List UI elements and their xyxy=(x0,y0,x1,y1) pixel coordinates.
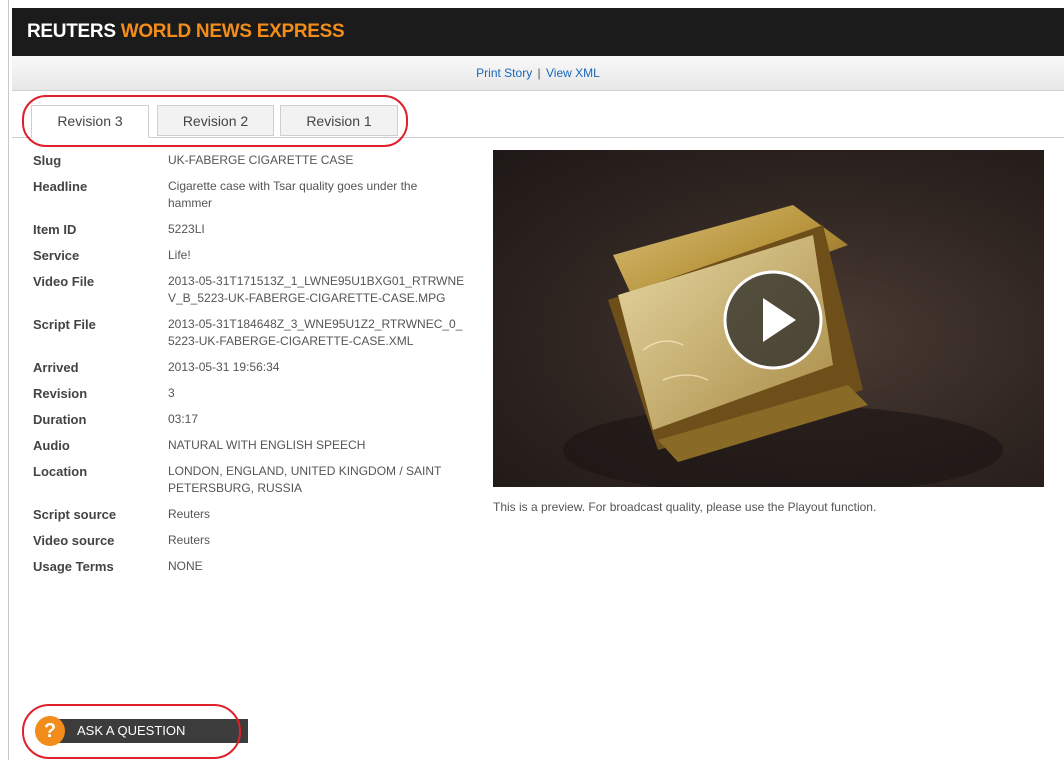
link-separator: | xyxy=(537,66,541,80)
metadata-row: Service Life! xyxy=(33,247,483,264)
brand-logo: REUTERS WORLD NEWS EXPRESS xyxy=(27,21,345,43)
metadata-key: Script source xyxy=(33,507,117,522)
metadata-key: Item ID xyxy=(33,222,77,237)
metadata-key: Service xyxy=(33,248,80,263)
metadata-value: Cigarette case with Tsar quality goes un… xyxy=(168,179,418,210)
print-story-link[interactable]: Print Story xyxy=(476,66,532,80)
metadata-row: Script File 2013-05-31T184648Z_3_WNE95U1… xyxy=(33,316,483,350)
metadata-row: Location LONDON, ENGLAND, UNITED KINGDOM… xyxy=(33,463,483,497)
ask-question-button[interactable]: ASK A QUESTION xyxy=(50,719,248,743)
metadata-key: Revision xyxy=(33,386,88,401)
tab-revision-3[interactable]: Revision 3 xyxy=(31,105,149,138)
metadata-row: Duration 03:17 xyxy=(33,411,483,428)
metadata-value: NATURAL WITH ENGLISH SPEECH xyxy=(168,438,366,452)
metadata-row: Headline Cigarette case with Tsar qualit… xyxy=(33,178,483,212)
story-metadata: Slug UK-FABERGE CIGARETTE CASE Headline … xyxy=(33,152,483,584)
question-icon[interactable]: ? xyxy=(35,716,65,746)
ask-a-question[interactable]: ASK A QUESTION ? xyxy=(35,716,248,746)
metadata-value: 2013-05-31T184648Z_3_WNE95U1Z2_RTRWNEC_0… xyxy=(168,317,463,348)
story-links: Print Story | View XML xyxy=(12,66,1064,80)
metadata-value: Reuters xyxy=(168,507,211,521)
metadata-row: Audio NATURAL WITH ENGLISH SPEECH xyxy=(33,437,483,454)
story-actions-bar: Print Story | View XML xyxy=(12,56,1064,91)
metadata-row: Arrived 2013-05-31 19:56:34 xyxy=(33,359,483,376)
metadata-key: Audio xyxy=(33,438,70,453)
metadata-value: 2013-05-31T171513Z_1_LWNE95U1BXG01_RTRWN… xyxy=(168,274,465,305)
metadata-key: Script File xyxy=(33,317,96,332)
metadata-key: Duration xyxy=(33,412,87,427)
metadata-value: Life! xyxy=(168,248,191,262)
metadata-row: Slug UK-FABERGE CIGARETTE CASE xyxy=(33,152,483,169)
metadata-value: Reuters xyxy=(168,533,211,547)
site-header: REUTERS WORLD NEWS EXPRESS xyxy=(12,8,1064,56)
metadata-row: Video source Reuters xyxy=(33,532,483,549)
metadata-key: Arrived xyxy=(33,360,79,375)
preview-caption: This is a preview. For broadcast quality… xyxy=(493,500,877,514)
brand-reuters: REUTERS xyxy=(27,21,116,42)
metadata-row: Revision 3 xyxy=(33,385,483,402)
metadata-value: 2013-05-31 19:56:34 xyxy=(168,360,280,374)
metadata-row: Script source Reuters xyxy=(33,506,483,523)
tab-revision-1[interactable]: Revision 1 xyxy=(280,105,398,136)
metadata-key: Video source xyxy=(33,533,115,548)
metadata-value: 3 xyxy=(168,386,175,400)
metadata-key: Location xyxy=(33,464,88,479)
metadata-value: NONE xyxy=(168,559,203,573)
metadata-key: Slug xyxy=(33,153,62,168)
metadata-key: Video File xyxy=(33,274,95,289)
brand-world-news-express: WORLD NEWS EXPRESS xyxy=(120,21,345,42)
metadata-key: Usage Terms xyxy=(33,559,114,574)
revision-tabs: Revision 3 Revision 2 Revision 1 xyxy=(12,98,1064,138)
metadata-row: Usage Terms NONE xyxy=(33,558,483,575)
view-xml-link[interactable]: View XML xyxy=(546,66,600,80)
tab-revision-2[interactable]: Revision 2 xyxy=(157,105,274,136)
metadata-value: LONDON, ENGLAND, UNITED KINGDOM / SAINT … xyxy=(168,464,442,495)
metadata-row: Item ID 5223LI xyxy=(33,221,483,238)
play-icon[interactable] xyxy=(493,150,1044,487)
metadata-key: Headline xyxy=(33,179,88,194)
metadata-value: 03:17 xyxy=(168,412,199,426)
metadata-row: Video File 2013-05-31T171513Z_1_LWNE95U1… xyxy=(33,273,483,307)
video-preview[interactable] xyxy=(493,150,1044,487)
metadata-value: UK-FABERGE CIGARETTE CASE xyxy=(168,153,354,167)
metadata-value: 5223LI xyxy=(168,222,205,236)
